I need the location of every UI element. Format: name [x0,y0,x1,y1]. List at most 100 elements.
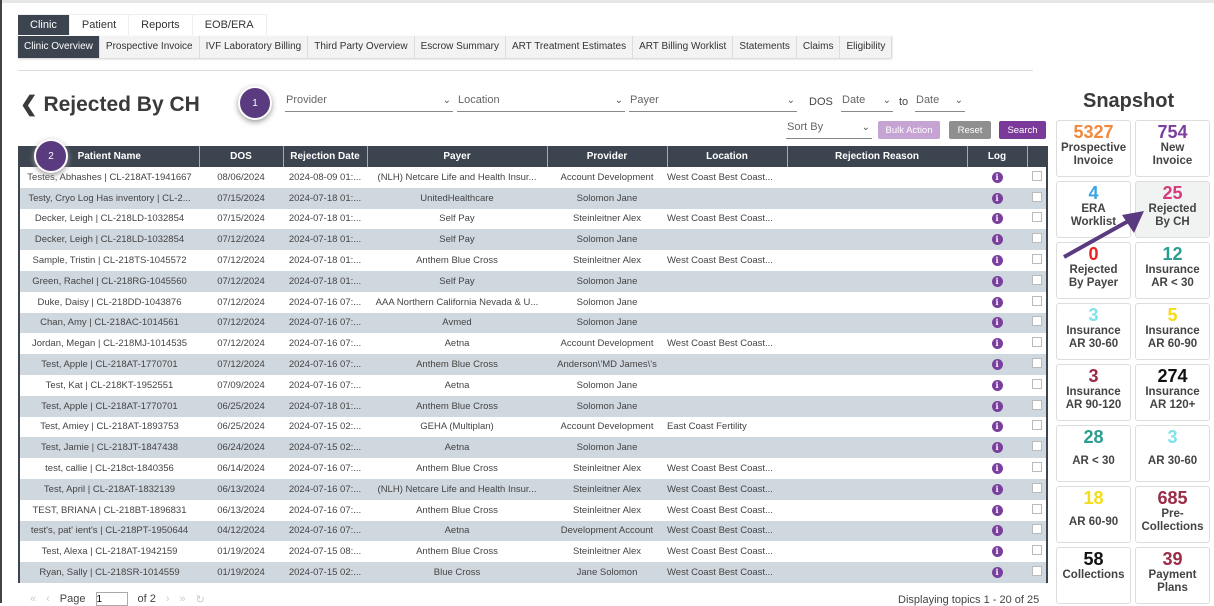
column-header[interactable]: Payer [367,146,548,167]
table-row[interactable]: test, callie | CL-218ct-1840356 06/14/202… [19,458,1047,479]
info-icon[interactable]: i [991,379,1003,391]
patient-name-cell[interactable]: Ryan, Sally | CL-218SR-1014559 [19,562,199,583]
patient-name-cell[interactable]: Decker, Leigh | CL-218LD-1032854 [19,209,199,230]
info-icon[interactable]: i [991,338,1003,350]
patient-name-cell[interactable]: TEST, BRIANA | CL-218BT-1896831 [19,500,199,521]
row-checkbox[interactable] [1031,420,1042,431]
table-row[interactable]: Sample, Tristin | CL-218TS-1045572 07/12/… [19,250,1047,271]
snapshot-card-new-invoice[interactable]: 754 New Invoice [1135,120,1210,177]
subtab-art-billing-worklist[interactable]: ART Billing Worklist [633,36,734,58]
snapshot-card-ar-30[interactable]: 28 AR < 30 [1056,425,1131,482]
patient-name-cell[interactable]: Duke, Daisy | CL-218DD-1043876 [19,292,199,313]
patient-name-cell[interactable]: Test, Apple | CL-218AT-1770701 [19,354,199,375]
table-row[interactable]: Test, Kat | CL-218KT-1952551 07/09/2024 20… [19,375,1047,396]
patient-name-cell[interactable]: Test, Kat | CL-218KT-1952551 [19,375,199,396]
info-icon[interactable]: i [991,171,1003,183]
subtab-third-party-overview[interactable]: Third Party Overview [308,36,415,58]
info-icon[interactable]: i [991,567,1003,579]
column-header[interactable]: DOS [199,146,284,167]
patient-name-cell[interactable]: Test, Apple | CL-218AT-1770701 [19,395,199,417]
subtab-eligibility[interactable]: Eligibility [840,36,893,58]
table-row[interactable]: Duke, Daisy | CL-218DD-1043876 07/12/2024… [19,292,1047,313]
row-checkbox[interactable] [1031,566,1042,577]
column-header[interactable]: Provider [547,146,668,167]
page-number-input[interactable] [95,592,128,606]
table-row[interactable]: Test, Apple | CL-218AT-1770701 07/12/2024… [19,354,1047,375]
patient-name-cell[interactable]: Green, Rachel | CL-218RG-1045560 [19,270,199,292]
info-icon[interactable]: i [991,359,1003,371]
row-checkbox[interactable] [1031,378,1042,389]
patient-name-cell[interactable]: test, callie | CL-218ct-1840356 [19,458,199,479]
info-icon[interactable]: i [991,421,1003,433]
snapshot-card-collections[interactable]: 58 Collections [1056,547,1131,604]
info-icon[interactable]: i [991,546,1003,558]
row-checkbox[interactable] [1031,462,1042,473]
table-row[interactable]: Test, Amiey | CL-218AT-1893753 06/25/2024… [19,417,1047,438]
row-checkbox[interactable] [1031,441,1042,452]
info-icon[interactable]: i [991,504,1003,516]
column-header[interactable]: Rejection Date [283,146,368,167]
table-row[interactable]: Testes, Abhashes | CL-218AT-1941667 08/06… [19,167,1047,188]
subtab-escrow-summary[interactable]: Escrow Summary [415,36,506,58]
row-checkbox[interactable] [1031,399,1042,410]
next-page-icon[interactable]: › [166,593,170,605]
row-checkbox[interactable] [1031,337,1042,348]
info-icon[interactable]: i [991,255,1003,267]
subtab-clinic-overview[interactable]: Clinic Overview [18,36,100,58]
payer-select[interactable]: Payer ⌄ [629,94,797,112]
row-checkbox[interactable] [1031,524,1042,535]
patient-name-cell[interactable]: Test, Amiey | CL-218AT-1893753 [19,417,199,438]
row-checkbox[interactable] [1031,170,1042,181]
tab-reports[interactable]: Reports [129,14,193,35]
info-icon[interactable]: i [991,483,1003,495]
subtab-ivf-laboratory-billing[interactable]: IVF Laboratory Billing [200,36,309,58]
table-row[interactable]: TEST, BRIANA | CL-218BT-1896831 06/13/202… [19,500,1047,521]
info-icon[interactable]: i [991,442,1003,454]
row-checkbox[interactable] [1031,254,1042,265]
patient-name-cell[interactable]: Jordan, Megan | CL-218MJ-1014535 [19,333,199,354]
patient-name-cell[interactable]: Chan, Amy | CL-218AC-1014561 [19,312,199,334]
row-checkbox[interactable] [1031,212,1042,223]
row-checkbox[interactable] [1031,358,1042,369]
location-select[interactable]: Location ⌄ [457,94,625,112]
patient-name-cell[interactable]: Test, April | CL-218AT-1832139 [19,478,199,500]
tab-eob-era[interactable]: EOB/ERA [192,14,267,35]
info-icon[interactable]: i [991,525,1003,537]
table-row[interactable]: test's, pat' ient's | CL-218PT-1950644 04… [19,520,1047,542]
column-header[interactable]: Rejection Reason [787,146,968,167]
row-checkbox[interactable] [1031,316,1042,327]
table-row[interactable]: Test, Jamie | CL-218JT-1847438 06/24/2024… [19,437,1047,459]
last-page-icon[interactable]: » [180,593,186,605]
column-header[interactable]: Log [967,146,1028,167]
tab-clinic[interactable]: Clinic [18,14,70,35]
row-checkbox[interactable] [1031,274,1042,285]
date-from-select[interactable]: Date ⌄ [841,94,893,112]
patient-name-cell[interactable]: Test, Alexa | CL-218AT-1942159 [19,541,199,562]
snapshot-card-insurance-ar-60-90[interactable]: 5 Insurance AR 60-90 [1135,303,1210,360]
snapshot-card-insurance-ar-30-60[interactable]: 3 Insurance AR 30-60 [1056,303,1131,360]
table-row[interactable]: Green, Rachel | CL-218RG-1045560 07/12/20… [19,270,1047,292]
sort-by-select[interactable]: Sort By ⌄ [786,121,872,139]
snapshot-card-ar-30-60[interactable]: 3 AR 30-60 [1135,425,1210,482]
info-icon[interactable]: i [991,192,1003,204]
subtab-art-treatment-estimates[interactable]: ART Treatment Estimates [506,36,634,58]
info-icon[interactable]: i [991,463,1003,475]
prev-page-icon[interactable]: ‹ [46,593,50,605]
patient-name-cell[interactable]: Decker, Leigh | CL-218LD-1032854 [19,229,199,251]
table-row[interactable]: Test, April | CL-218AT-1832139 06/13/2024… [19,478,1047,500]
snapshot-card-pre-collections[interactable]: 685 Pre-Collections [1135,486,1210,543]
info-icon[interactable]: i [991,296,1003,308]
table-row[interactable]: Decker, Leigh | CL-218LD-1032854 07/12/20… [19,229,1047,251]
refresh-icon[interactable]: ↻ [196,593,205,606]
table-row[interactable]: Ryan, Sally | CL-218SR-1014559 01/19/2024… [19,562,1047,583]
snapshot-card-insurance-ar-120-[interactable]: 274 Insurance AR 120+ [1135,364,1210,421]
table-row[interactable]: Test, Apple | CL-218AT-1770701 06/25/2024… [19,395,1047,417]
column-header[interactable] [1027,146,1048,167]
table-row[interactable]: Test, Alexa | CL-218AT-1942159 01/19/2024… [19,541,1047,562]
search-button[interactable]: Search [999,121,1046,139]
table-row[interactable]: Chan, Amy | CL-218AC-1014561 07/12/2024 20… [19,312,1047,334]
table-row[interactable]: Testy, Cryo Log Has inventory | CL-2... 0… [19,187,1047,209]
table-row[interactable]: Jordan, Megan | CL-218MJ-1014535 07/12/20… [19,333,1047,354]
patient-name-cell[interactable]: Test, Jamie | CL-218JT-1847438 [19,437,199,459]
snapshot-card-insurance-ar-90-120[interactable]: 3 Insurance AR 90-120 [1056,364,1131,421]
